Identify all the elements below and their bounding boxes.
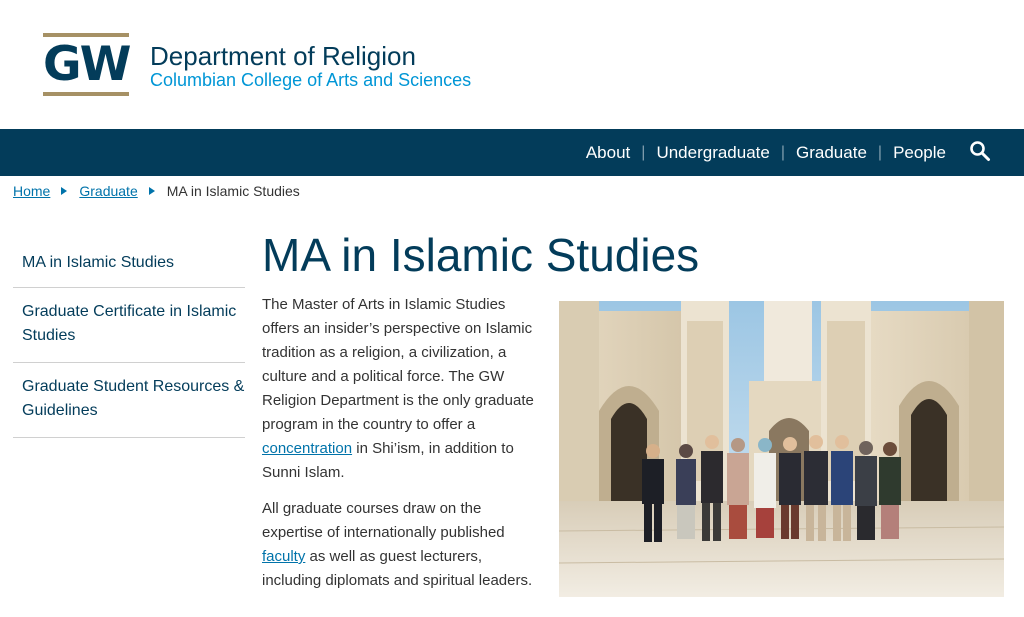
intro-paragraph-1: The Master of Arts in Islamic Studies of… xyxy=(262,293,537,485)
college-name[interactable]: Columbian College of Arts and Sciences xyxy=(150,70,471,91)
nav-people[interactable]: People xyxy=(893,143,946,163)
sidebar-item-ma-islamic-studies[interactable]: MA in Islamic Studies xyxy=(13,240,245,288)
department-name[interactable]: Department of Religion xyxy=(150,41,416,72)
paragraph-text: The Master of Arts in Islamic Studies of… xyxy=(262,296,534,433)
nav-separator: | xyxy=(641,143,646,161)
photo-illustration xyxy=(559,301,1004,597)
page-title: MA in Islamic Studies xyxy=(262,229,700,281)
mosque-group-photo xyxy=(559,301,1004,597)
breadcrumb-arrow-icon xyxy=(148,187,155,195)
main-nav: About | Undergraduate | Graduate | Peopl… xyxy=(0,129,1024,176)
breadcrumb-graduate[interactable]: Graduate xyxy=(79,183,137,199)
intro-paragraph-2: All graduate courses draw on the experti… xyxy=(262,497,537,593)
breadcrumb-arrow-icon xyxy=(61,187,68,195)
gw-logo[interactable]: GW xyxy=(43,33,131,96)
sidebar-nav: MA in Islamic Studies Graduate Certifica… xyxy=(13,240,245,438)
sidebar-item-student-resources[interactable]: Graduate Student Resources & Guidelines xyxy=(13,363,245,438)
nav-separator: | xyxy=(780,143,786,161)
site-header: GW Department of Religion Columbian Coll… xyxy=(0,0,1024,129)
concentration-link[interactable]: concentration xyxy=(262,440,352,457)
breadcrumb-home[interactable]: Home xyxy=(13,183,50,199)
search-icon[interactable] xyxy=(969,140,991,162)
faculty-link[interactable]: faculty xyxy=(262,548,305,565)
breadcrumb: Home Graduate MA in Islamic Studies xyxy=(13,182,300,200)
breadcrumb-current: MA in Islamic Studies xyxy=(166,183,300,199)
nav-graduate[interactable]: Graduate xyxy=(796,143,867,163)
nav-items: About | Undergraduate | Graduate | Peopl… xyxy=(586,129,946,176)
paragraph-text: All graduate courses draw on the experti… xyxy=(262,500,505,541)
logo-letters: GW xyxy=(43,37,131,92)
nav-separator: | xyxy=(877,143,883,161)
intro-text: The Master of Arts in Islamic Studies of… xyxy=(262,293,537,605)
nav-about[interactable]: About xyxy=(586,143,630,163)
logo-bottom-bar xyxy=(43,92,129,96)
sidebar-item-graduate-certificate[interactable]: Graduate Certificate in Islamic Studies xyxy=(13,288,245,363)
nav-undergraduate[interactable]: Undergraduate xyxy=(656,143,769,163)
